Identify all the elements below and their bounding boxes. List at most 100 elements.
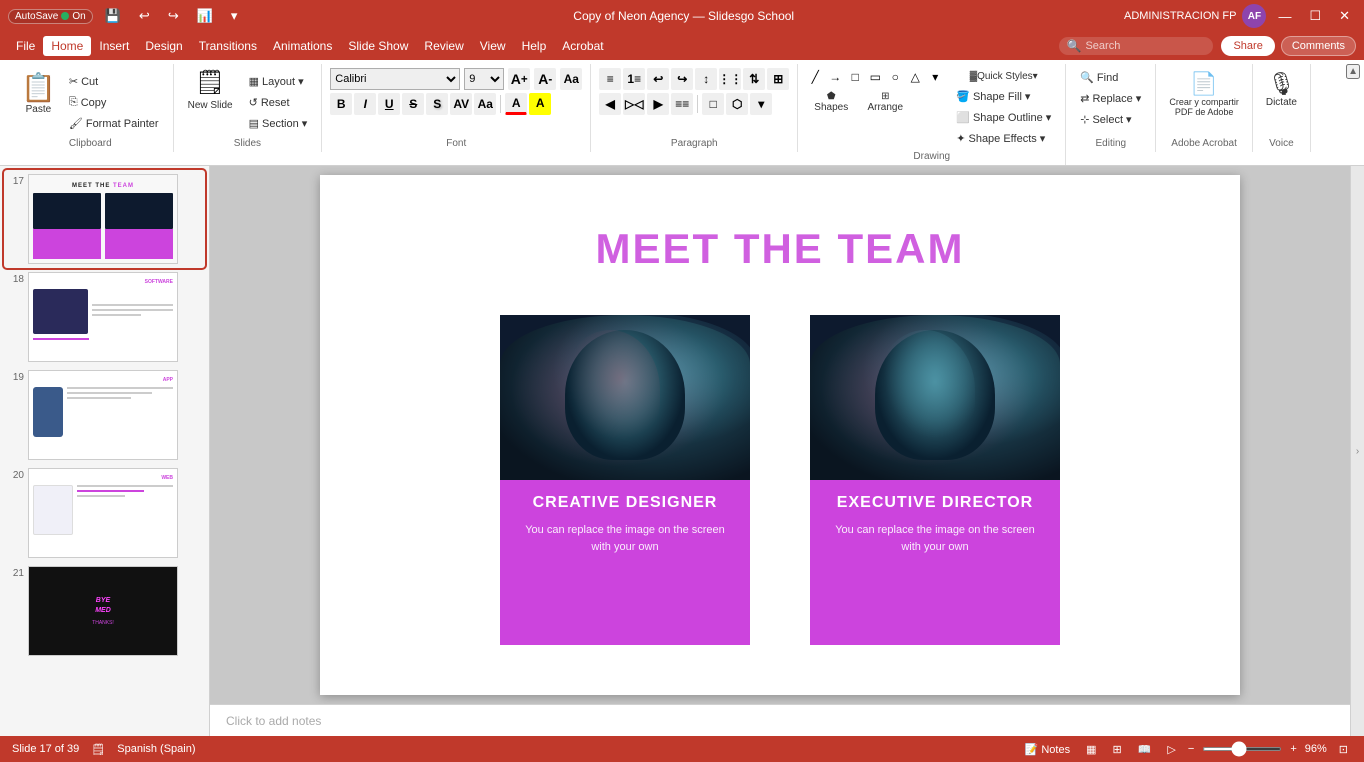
redo-button[interactable]: ↪ [162, 6, 185, 26]
menu-home[interactable]: Home [43, 36, 91, 56]
section-button[interactable]: ▤ Section ▾ [243, 114, 314, 133]
shape-line[interactable]: ╱ [806, 68, 824, 86]
slide-thumb-19[interactable]: 19 APP [4, 366, 205, 464]
shapes-button[interactable]: ⬟ Shapes [806, 88, 856, 116]
shape-oval[interactable]: ○ [886, 68, 904, 86]
menu-file[interactable]: File [8, 36, 43, 56]
undo-button[interactable]: ↩ [133, 6, 156, 26]
autosave-badge[interactable]: AutoSave On [8, 9, 93, 24]
menu-transitions[interactable]: Transitions [191, 36, 265, 56]
font-decrease-button[interactable]: A- [534, 68, 556, 90]
presentation-button[interactable]: 📊 [191, 6, 219, 26]
notes-button[interactable]: 📝 Notes [1021, 741, 1075, 758]
font-size-select[interactable]: 9 [464, 68, 504, 90]
ribbon-expand-button[interactable]: ▲ [1346, 64, 1360, 79]
smart-art-button[interactable]: ⊞ [767, 68, 789, 90]
customize-button[interactable]: ▾ [225, 6, 244, 26]
align-left-button[interactable]: ◀ [599, 93, 621, 115]
bold-button[interactable]: B [330, 93, 352, 115]
strikethrough-button[interactable]: S [402, 93, 424, 115]
notes-area[interactable]: Click to add notes [210, 704, 1350, 736]
slide-thumb-20[interactable]: 20 WEB [4, 464, 205, 562]
menu-animations[interactable]: Animations [265, 36, 340, 56]
shadow-button[interactable]: S [426, 93, 448, 115]
shape-rrect[interactable]: ▭ [866, 68, 884, 86]
menu-acrobat[interactable]: Acrobat [554, 36, 611, 56]
menu-review[interactable]: Review [416, 36, 471, 56]
text-box-button[interactable]: □ [702, 93, 724, 115]
shape-effects-button[interactable]: ✦ Shape Effects ▾ [950, 129, 1057, 148]
search-input[interactable] [1085, 40, 1205, 52]
line-spacing-button[interactable]: ↕ [695, 68, 717, 90]
view-slide-sorter-button[interactable]: ⊞ [1108, 741, 1125, 758]
arrange-button[interactable]: ⊞ Arrange [860, 88, 910, 116]
char-spacing-button[interactable]: AV [450, 93, 472, 115]
menu-view[interactable]: View [472, 36, 514, 56]
find-button[interactable]: 🔍 Find [1074, 68, 1147, 87]
decrease-indent-button[interactable]: ↩ [647, 68, 669, 90]
maximize-button[interactable]: ☐ [1303, 6, 1327, 26]
menu-insert[interactable]: Insert [91, 36, 137, 56]
adobe-create-button[interactable]: 📄 Crear y compartir PDF de Adobe [1164, 68, 1244, 120]
right-panel-arrow[interactable]: › [1350, 166, 1364, 736]
cut-button[interactable]: ✂ Cut [63, 72, 165, 91]
dictate-button[interactable]: 🎙 Dictate [1261, 68, 1302, 111]
glitch-face-1 [500, 315, 750, 480]
justify-button[interactable]: ≡≡ [671, 93, 693, 115]
search-box[interactable]: 🔍 [1059, 37, 1214, 55]
bullets-button[interactable]: ≡ [599, 68, 621, 90]
format-painter-button[interactable]: 🖌 Format Painter [63, 114, 165, 133]
underline-button[interactable]: U [378, 93, 400, 115]
save-button[interactable]: 💾 [99, 6, 127, 26]
minimize-button[interactable]: — [1272, 7, 1297, 26]
shape-rect[interactable]: □ [846, 68, 864, 86]
font-color-button[interactable]: A [505, 93, 527, 115]
team-card-2[interactable]: EXECUTIVE DIRECTOR You can replace the i… [810, 315, 1060, 645]
clear-format-button[interactable]: Aa [560, 68, 582, 90]
share-button[interactable]: Share [1221, 36, 1274, 56]
comments-button[interactable]: Comments [1281, 36, 1356, 56]
shape-outline-button[interactable]: ⬜ Shape Outline ▾ [950, 108, 1057, 127]
slide-title: MEET THE TEAM [320, 225, 1240, 273]
copy-button[interactable]: ⎘ Copy [63, 93, 165, 112]
align-center-button[interactable]: ▷◁ [623, 93, 645, 115]
align-right-button[interactable]: ▶ [647, 93, 669, 115]
increase-indent-button[interactable]: ↪ [671, 68, 693, 90]
view-normal-button[interactable]: ▦ [1082, 741, 1100, 758]
slide-canvas[interactable]: MEET THE TEAM [320, 175, 1240, 695]
replace-button[interactable]: ⇄ Replace ▾ [1074, 89, 1147, 108]
zoom-slider[interactable] [1202, 747, 1282, 751]
layout-button[interactable]: ▦ Layout ▾ [243, 72, 314, 91]
paste-button[interactable]: 📋 Paste [16, 68, 61, 118]
new-slide-button[interactable]: 🗒 New Slide [182, 68, 239, 114]
columns-button[interactable]: ⋮⋮ [719, 68, 741, 90]
view-reading-button[interactable]: 📖 [1134, 741, 1156, 758]
team-card-1[interactable]: CREATIVE DESIGNER You can replace the im… [500, 315, 750, 645]
shape-fill-button[interactable]: 🪣 Shape Fill ▾ [950, 87, 1057, 106]
quick-styles-button[interactable]: ▓ Quick Styles ▾ [950, 68, 1057, 85]
convert-smartart-button[interactable]: ⬡ [726, 93, 748, 115]
reset-button[interactable]: ↺ Reset [243, 93, 314, 112]
fit-slide-button[interactable]: ⊡ [1335, 741, 1352, 758]
font-family-select[interactable]: Calibri [330, 68, 460, 90]
numbering-button[interactable]: 1≡ [623, 68, 645, 90]
para-more-button[interactable]: ▾ [750, 93, 772, 115]
italic-button[interactable]: I [354, 93, 376, 115]
shape-more[interactable]: ▾ [926, 68, 944, 86]
menu-help[interactable]: Help [514, 36, 555, 56]
close-button[interactable]: ✕ [1333, 6, 1356, 26]
slide-thumb-17[interactable]: 17 MEET THE TEAM [4, 170, 205, 268]
text-direction-button[interactable]: ⇅ [743, 68, 765, 90]
select-button[interactable]: ⊹ Select ▾ [1074, 110, 1147, 129]
shape-triangle[interactable]: △ [906, 68, 924, 86]
menu-slideshow[interactable]: Slide Show [340, 36, 416, 56]
slide-thumb-21[interactable]: 21 BYEMED THANKS! [4, 562, 205, 660]
canvas-scroll[interactable]: MEET THE TEAM [210, 166, 1350, 704]
menu-design[interactable]: Design [137, 36, 190, 56]
case-button[interactable]: Aa [474, 93, 496, 115]
shape-arrow[interactable]: → [826, 68, 844, 86]
slide-thumb-18[interactable]: 18 SOFTWARE [4, 268, 205, 366]
view-presenter-button[interactable]: ▷ [1163, 741, 1179, 758]
font-increase-button[interactable]: A+ [508, 68, 530, 90]
highlight-button[interactable]: A [529, 93, 551, 115]
